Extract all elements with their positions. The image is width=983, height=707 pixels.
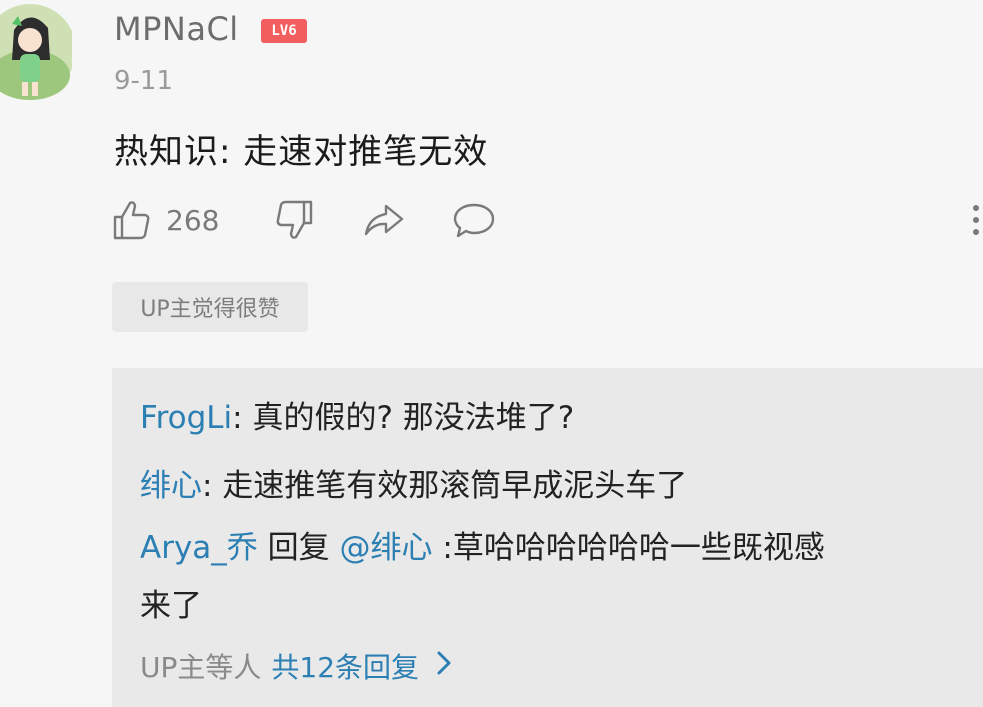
reply-mention[interactable]: @绯心	[340, 530, 433, 566]
reply-button[interactable]	[452, 200, 496, 240]
comment-text: 热知识: 走速对推笔无效	[114, 132, 489, 172]
reply-item-continuation: 来了	[140, 578, 960, 634]
dislike-button[interactable]	[272, 198, 314, 242]
more-vertical-icon	[973, 205, 979, 235]
avatar-image	[0, 4, 72, 100]
reply-username[interactable]: 绯心	[140, 468, 202, 504]
reply-separator: :	[202, 468, 223, 504]
reply-text: 真的假的? 那没法堆了?	[252, 400, 575, 436]
more-options-button[interactable]	[960, 200, 983, 240]
share-button[interactable]	[362, 200, 406, 240]
reply-text: 走速推笔有效那滚筒早成泥头车了	[222, 468, 688, 504]
level-badge: LV6	[261, 19, 307, 43]
replies-footer: UP主等人 共12条回复	[140, 646, 453, 686]
avatar[interactable]	[0, 0, 72, 100]
comment-actions: 268	[112, 198, 972, 246]
replies-footer-prefix: UP主等人	[140, 651, 262, 684]
reply-username[interactable]: FrogLi	[140, 400, 232, 436]
thumbs-up-icon	[113, 201, 150, 240]
share-icon	[364, 204, 404, 236]
up-liked-tag: UP主觉得很赞	[112, 282, 308, 332]
reply-text: :草哈哈哈哈哈哈一些既视感	[432, 530, 825, 566]
reply-word: 回复	[257, 530, 340, 566]
reply-item: FrogLi: 真的假的? 那没法堆了?	[140, 390, 960, 446]
comment-date: 9-11	[114, 66, 174, 96]
reply-text: 来了	[140, 588, 202, 624]
reply-separator: :	[232, 400, 253, 436]
chevron-right-icon[interactable]	[435, 649, 453, 684]
like-button[interactable]: 268	[112, 198, 219, 242]
reply-item: Arya_乔 回复 @绯心 :草哈哈哈哈哈哈一些既视感	[140, 520, 960, 576]
replies-panel: FrogLi: 真的假的? 那没法堆了? 绯心: 走速推笔有效那滚筒早成泥头车了…	[112, 368, 983, 707]
view-all-replies-link[interactable]: 共12条回复	[271, 646, 419, 686]
reply-username[interactable]: Arya_乔	[140, 530, 258, 566]
thumbs-down-icon	[276, 200, 313, 239]
reply-item: 绯心: 走速推笔有效那滚筒早成泥头车了	[140, 458, 960, 514]
comment-username[interactable]: MPNaCl	[114, 10, 239, 48]
like-count: 268	[166, 203, 220, 237]
comment-icon	[453, 203, 495, 238]
